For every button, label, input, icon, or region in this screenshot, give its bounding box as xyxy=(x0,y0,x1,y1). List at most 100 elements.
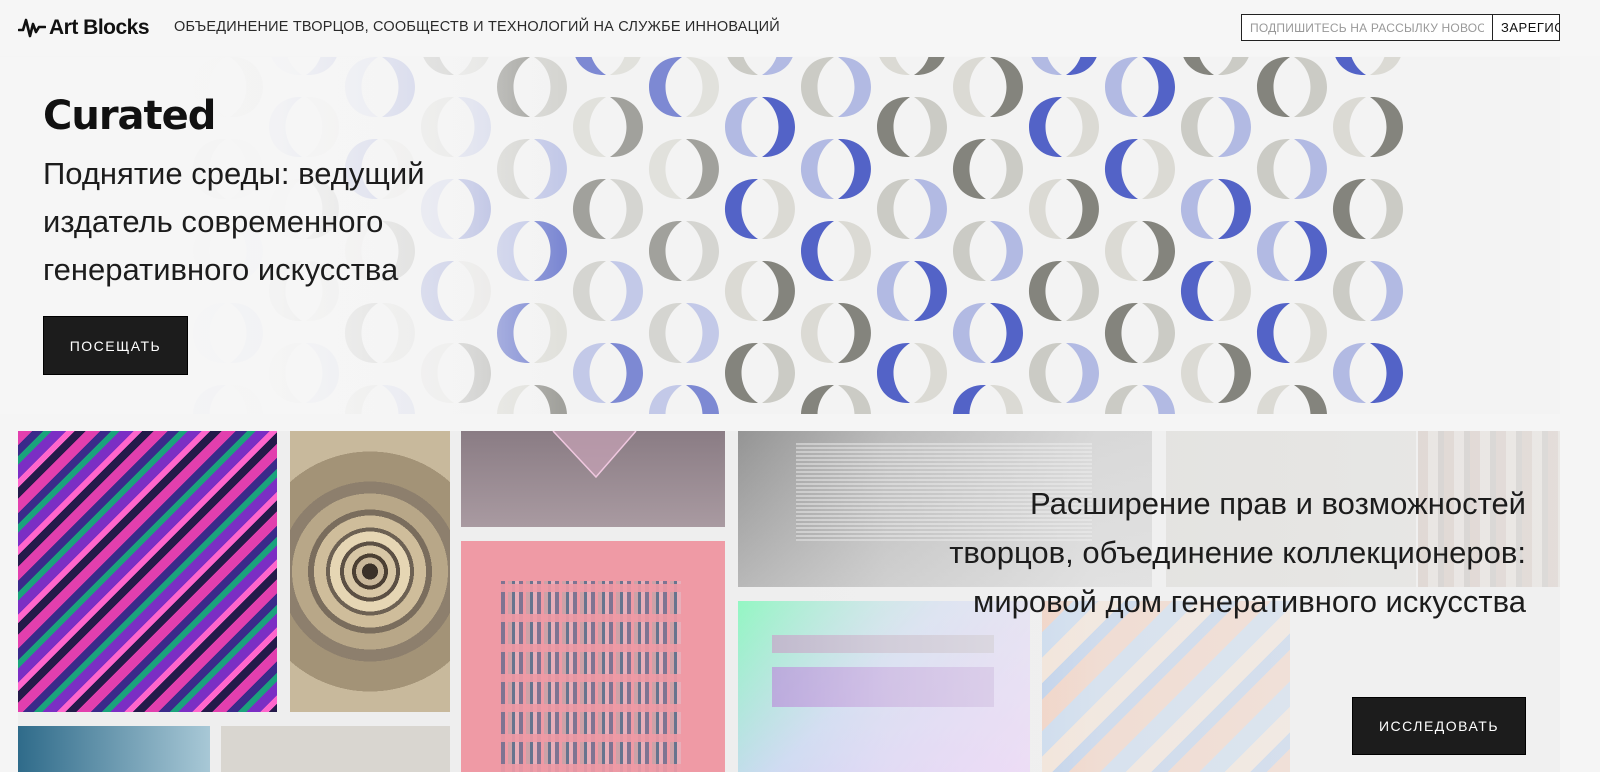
wave-logo-icon xyxy=(18,18,46,38)
pattern-crescent xyxy=(914,96,947,158)
pattern-crescent xyxy=(725,96,758,158)
main-hero-banner: Расширение прав и возможностей творцов, … xyxy=(18,431,1560,772)
pattern-crescent xyxy=(1105,220,1138,282)
pattern-crescent xyxy=(1142,57,1175,118)
pattern-crescent xyxy=(990,384,1023,414)
newsletter-form: ЗАРЕГИСТРИРОВАТЬСЯ xyxy=(1241,14,1560,41)
pattern-crescent xyxy=(610,178,643,240)
pattern-crescent xyxy=(1029,260,1062,322)
explore-button[interactable]: ИССЛЕДОВАТЬ xyxy=(1352,697,1526,755)
pattern-crescent xyxy=(573,178,606,240)
pattern-crescent xyxy=(914,178,947,240)
pattern-crescent xyxy=(610,57,641,76)
pattern-crescent xyxy=(1333,260,1366,322)
pattern-crescent xyxy=(990,302,1023,364)
newsletter-signup-button[interactable]: ЗАРЕГИСТРИРОВАТЬСЯ xyxy=(1492,14,1560,41)
pattern-crescent xyxy=(575,57,606,76)
pattern-crescent xyxy=(1029,342,1062,404)
pattern-crescent xyxy=(1066,260,1099,322)
pattern-crescent xyxy=(725,342,758,404)
artwork-tile-bottom-left[interactable] xyxy=(18,726,210,772)
pattern-crescent xyxy=(877,96,910,158)
pattern-crescent xyxy=(762,96,795,158)
header-tagline: ОБЪЕДИНЕНИЕ ТВОРЦОВ, СООБЩЕСТВ И ТЕХНОЛО… xyxy=(174,19,780,35)
pattern-crescent xyxy=(1142,138,1175,200)
pattern-crescent xyxy=(1105,138,1138,200)
artwork-tile-mauve[interactable] xyxy=(461,431,725,527)
curated-hero-banner: Curated Поднятие среды: ведущий издатель… xyxy=(0,57,1560,414)
pattern-crescent xyxy=(1257,384,1290,414)
pattern-crescent xyxy=(914,260,947,322)
pattern-crescent xyxy=(1029,96,1062,158)
pattern-crescent xyxy=(1370,178,1403,240)
pattern-crescent xyxy=(1333,96,1366,158)
newsletter-email-input[interactable] xyxy=(1241,14,1492,41)
logo-text: Art Blocks xyxy=(49,16,150,39)
art-blocks-logo[interactable]: Art Blocks xyxy=(18,14,150,42)
pattern-crescent xyxy=(1257,57,1290,118)
pattern-crescent xyxy=(1218,96,1251,158)
pattern-crescent xyxy=(686,138,719,200)
pattern-crescent xyxy=(1218,57,1249,76)
pattern-crescent xyxy=(801,138,834,200)
pattern-crescent xyxy=(1066,57,1097,76)
artwork-tile-bottom-mid[interactable] xyxy=(221,726,450,772)
pattern-crescent xyxy=(649,384,682,414)
pattern-crescent xyxy=(801,57,834,118)
visit-button[interactable]: ПОСЕЩАТЬ xyxy=(43,316,188,375)
artwork-tile-ribbons[interactable] xyxy=(18,431,277,712)
pattern-crescent xyxy=(801,384,834,414)
pattern-crescent xyxy=(914,57,945,76)
pattern-crescent xyxy=(686,302,719,364)
pattern-crescent xyxy=(686,57,719,118)
pattern-crescent xyxy=(686,384,719,414)
pattern-crescent xyxy=(610,260,643,322)
pattern-crescent xyxy=(762,178,795,240)
pattern-crescent xyxy=(1105,302,1138,364)
pattern-crescent xyxy=(1370,342,1403,404)
artwork-tile-mandala[interactable] xyxy=(290,431,450,712)
pattern-crescent xyxy=(1029,178,1062,240)
pattern-crescent xyxy=(649,57,682,118)
pattern-crescent xyxy=(1183,57,1214,76)
pattern-crescent xyxy=(1105,384,1138,414)
pattern-crescent xyxy=(573,260,606,322)
pattern-crescent xyxy=(1142,302,1175,364)
pattern-crescent xyxy=(725,260,758,322)
pattern-crescent xyxy=(1294,57,1327,118)
curated-hero-title: Поднятие среды: ведущий издатель совреме… xyxy=(43,156,425,287)
pattern-crescent xyxy=(1066,96,1099,158)
pattern-crescent xyxy=(573,96,606,158)
pattern-crescent xyxy=(762,342,795,404)
artwork-diamond-shape xyxy=(552,431,637,479)
pattern-crescent xyxy=(1031,57,1062,76)
pattern-crescent xyxy=(727,57,758,76)
pattern-crescent xyxy=(1370,260,1403,322)
pattern-crescent xyxy=(762,260,795,322)
pattern-crescent xyxy=(1294,220,1327,282)
pattern-crescent xyxy=(1181,260,1214,322)
pattern-crescent xyxy=(838,384,871,414)
pattern-crescent xyxy=(1294,138,1327,200)
artwork-tile-pink-grid[interactable] xyxy=(461,541,725,772)
pattern-crescent xyxy=(838,302,871,364)
pattern-crescent xyxy=(1370,96,1403,158)
pattern-crescent xyxy=(649,220,682,282)
pattern-crescent xyxy=(1257,302,1290,364)
pattern-crescent xyxy=(1333,178,1366,240)
pattern-crescent xyxy=(649,302,682,364)
pattern-crescent xyxy=(1257,138,1290,200)
pattern-crescent xyxy=(877,342,910,404)
pattern-crescent xyxy=(1370,57,1401,76)
pattern-crescent xyxy=(1181,178,1214,240)
pattern-crescent xyxy=(990,57,1023,118)
pattern-crescent xyxy=(990,220,1023,282)
pattern-crescent xyxy=(573,342,606,404)
pattern-crescent xyxy=(914,342,947,404)
pattern-crescent xyxy=(1257,220,1290,282)
pattern-crescent xyxy=(801,302,834,364)
main-hero-title: Расширение прав и возможностей творцов, … xyxy=(949,486,1526,619)
pattern-crescent xyxy=(1142,220,1175,282)
pattern-crescent xyxy=(953,384,986,414)
pattern-crescent xyxy=(1218,342,1251,404)
